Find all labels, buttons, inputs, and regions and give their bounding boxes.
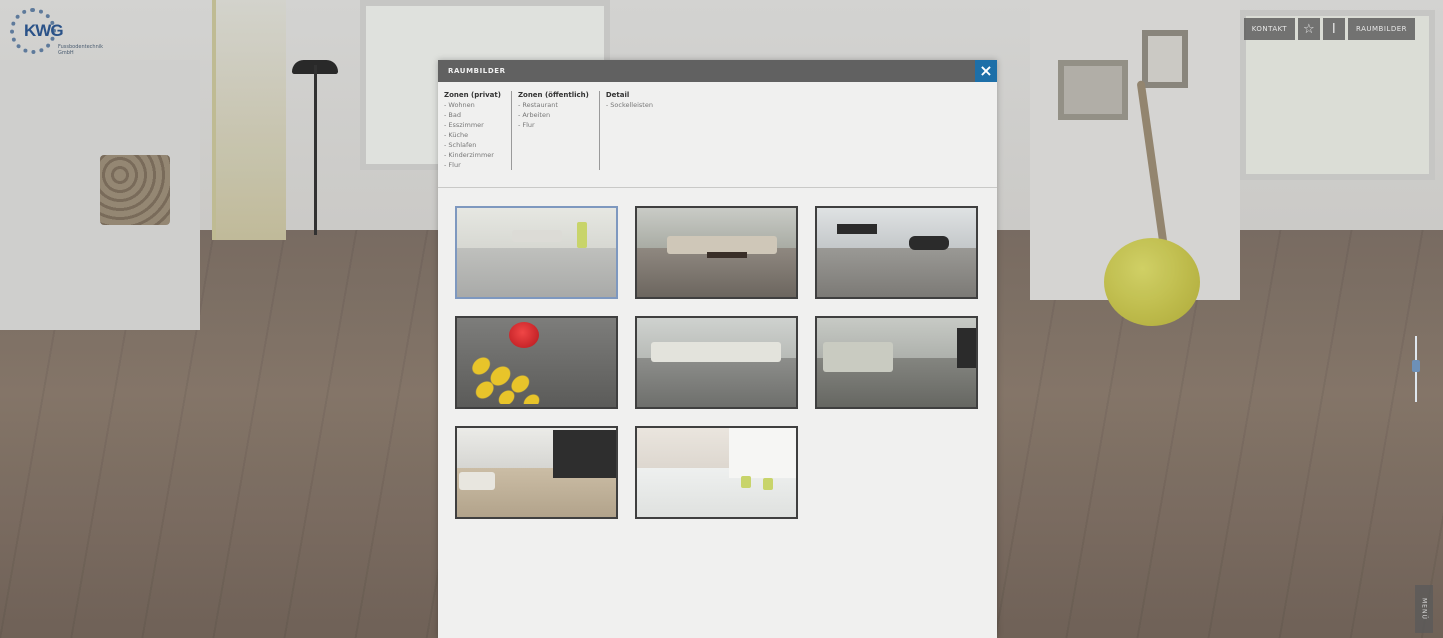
th-wall	[457, 208, 616, 249]
th-floor	[637, 358, 796, 407]
room-thumbnail-2[interactable]	[635, 206, 798, 299]
side-menu-tab[interactable]: MENÜ	[1415, 585, 1433, 633]
filter-group-detail: Detail - Sockelleisten	[606, 91, 663, 170]
zoom-slider[interactable]	[1412, 336, 1420, 402]
filter-heading: Detail	[605, 91, 630, 99]
filter-item-restaurant[interactable]: - Restaurant	[518, 100, 589, 110]
room-images-button[interactable]: RAUMBILDER	[1348, 18, 1415, 40]
filter-group-public: Zonen (öffentlich) - Restaurant - Arbeit…	[518, 91, 600, 170]
logo-text: KWG	[24, 21, 64, 40]
close-icon: ×	[979, 61, 993, 80]
room-images-dialog: RAUMBILDER × Zonen (privat) - Wohnen - B…	[438, 60, 997, 638]
top-toolbar: KONTAKT ☆ i RAUMBILDER	[1243, 18, 1415, 40]
dialog-header: RAUMBILDER ×	[438, 60, 997, 82]
room-thumbnail-grid	[455, 206, 978, 519]
filter-item-arbeiten[interactable]: - Arbeiten	[518, 110, 589, 120]
sofa	[651, 342, 781, 362]
info-button[interactable]: i	[1323, 18, 1346, 40]
brand-logo[interactable]: KWG Fussbodentechnik GmbH	[10, 8, 104, 58]
dark	[553, 430, 616, 478]
room-thumbnail-1[interactable]	[455, 206, 618, 299]
contact-button[interactable]: KONTAKT	[1243, 18, 1296, 40]
chair-y	[763, 478, 773, 490]
filter-item-flur-public[interactable]: - Flur	[518, 120, 589, 130]
filter-heading: Zonen (öffentlich)	[517, 91, 589, 99]
dark	[909, 236, 949, 250]
sofa	[512, 230, 562, 242]
filter-group-private: Zonen (privat) - Wohnen - Bad - Esszimme…	[444, 91, 512, 170]
filter-item-kueche[interactable]: - Küche	[444, 130, 501, 140]
filter-item-esszimmer[interactable]: - Esszimmer	[444, 120, 501, 130]
sofa	[459, 472, 495, 490]
th-floor	[817, 248, 976, 297]
th-floor	[457, 248, 616, 297]
filter-item-flur[interactable]: - Flur	[444, 160, 501, 170]
dark	[707, 252, 747, 258]
dark	[837, 224, 877, 234]
filter-item-kinderzimmer[interactable]: - Kinderzimmer	[444, 150, 501, 160]
sofa	[823, 342, 893, 372]
rug	[457, 344, 562, 404]
room-thumbnail-3[interactable]	[815, 206, 978, 299]
filter-item-bad[interactable]: - Bad	[444, 110, 501, 120]
filter-item-wohnen[interactable]: - Wohnen	[444, 100, 501, 110]
room-thumbnail-8[interactable]	[635, 426, 798, 519]
logo-subtitle: Fussbodentechnik GmbH	[58, 44, 104, 56]
filter-item-schlafen[interactable]: - Schlafen	[444, 140, 501, 150]
zone-filters: Zonen (privat) - Wohnen - Bad - Esszimme…	[444, 91, 669, 170]
info-icon: i	[1331, 21, 1337, 37]
star-icon: ☆	[1302, 21, 1316, 37]
room-thumbnail-4[interactable]	[455, 316, 618, 409]
close-button[interactable]: ×	[975, 60, 997, 82]
room-thumbnail-6[interactable]	[815, 316, 978, 409]
dialog-title: RAUMBILDER	[448, 67, 506, 75]
dark	[957, 328, 976, 368]
favorite-button[interactable]: ☆	[1298, 18, 1321, 40]
chair-y	[577, 222, 587, 248]
room-thumbnail-5[interactable]	[635, 316, 798, 409]
dialog-divider	[438, 187, 997, 188]
chair-y	[741, 476, 751, 488]
room-thumbnail-7[interactable]	[455, 426, 618, 519]
zoom-slider-handle[interactable]	[1412, 360, 1420, 372]
filter-item-sockelleisten[interactable]: - Sockelleisten	[606, 100, 653, 110]
filter-heading: Zonen (privat)	[444, 91, 501, 99]
dark	[729, 428, 796, 478]
red-chair	[509, 322, 539, 348]
